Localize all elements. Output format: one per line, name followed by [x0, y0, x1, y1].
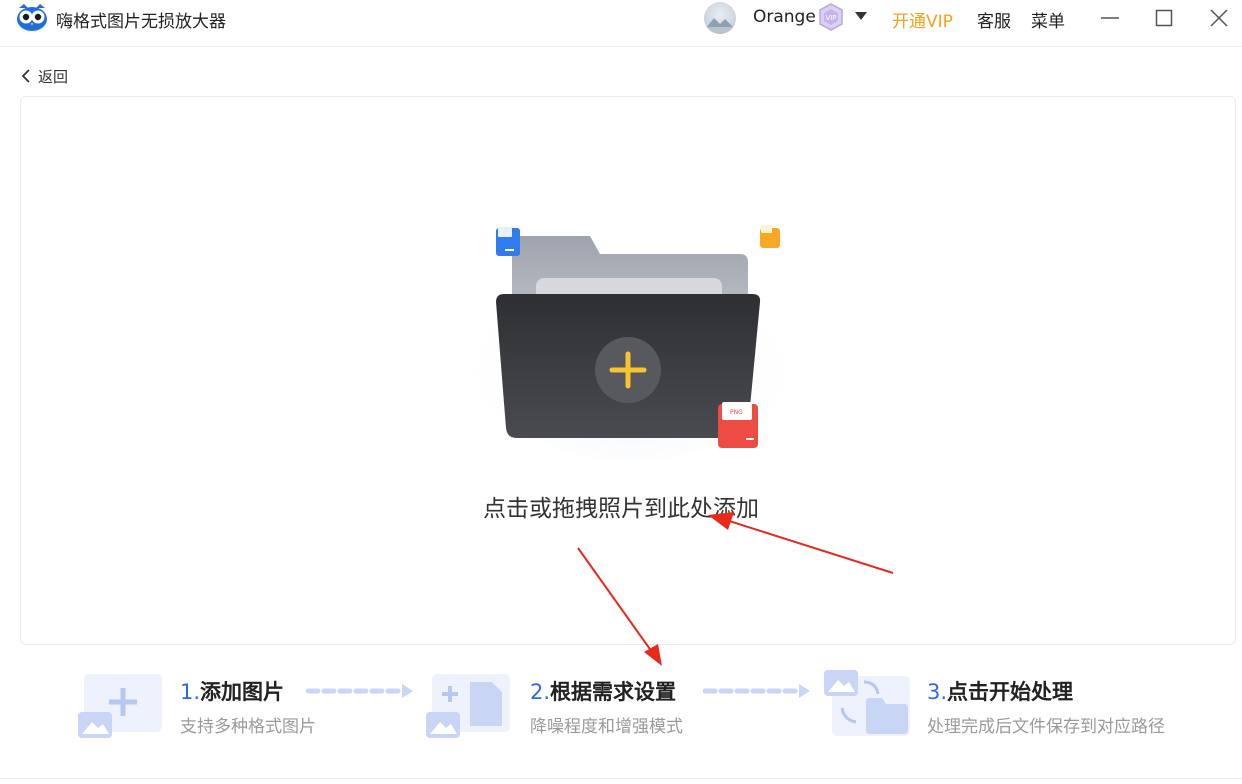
step-3-desc: 处理完成后文件保存到对应路径 [927, 717, 1165, 737]
back-label: 返回 [38, 67, 69, 86]
maximize-icon[interactable] [1152, 6, 1176, 30]
bottom-divider [0, 778, 1242, 779]
step-2-title: 2.根据需求设置 [530, 676, 676, 706]
process-step-icon [824, 670, 910, 736]
step-2-label: 根据需求设置 [550, 680, 677, 704]
settings-step-icon [426, 674, 510, 738]
customer-service-link[interactable]: 客服 [977, 7, 1011, 32]
orange-file-icon [760, 225, 780, 248]
close-icon[interactable] [1207, 6, 1231, 30]
owl-logo-icon [17, 4, 47, 31]
avatar-landscape-icon [706, 18, 734, 34]
drop-zone-prompt: 点击或拖拽照片到此处添加 [483, 496, 759, 522]
step-1-title: 1.添加图片 [180, 676, 284, 706]
chevron-left-icon [21, 69, 30, 83]
user-avatar[interactable] [704, 2, 736, 34]
app-title: 嗨格式图片无损放大器 [56, 12, 226, 32]
back-button[interactable]: 返回 [20, 65, 68, 87]
step-2-number: 2. [530, 680, 551, 704]
open-vip-link[interactable]: 开通VIP [892, 7, 953, 32]
blue-file-icon [496, 227, 520, 256]
step-1-desc: 支持多种格式图片 [180, 717, 316, 737]
step-3-number: 3. [927, 680, 948, 704]
chevron-down-icon[interactable] [853, 8, 869, 24]
user-name[interactable]: Orange [753, 7, 816, 27]
minimize-icon[interactable] [1098, 6, 1122, 30]
step-2-connector-arrow [703, 684, 810, 698]
menu-link[interactable]: 菜单 [1031, 7, 1065, 32]
add-image-step-icon [78, 674, 162, 738]
step-2-desc: 降噪程度和增强模式 [530, 717, 683, 737]
title-bar: 嗨格式图片无损放大器 Orange VIP 开通VIP 客服 菜单 [0, 0, 1242, 47]
svg-text:PNG: PNG [730, 409, 743, 416]
vip-badge-icon: VIP [819, 3, 843, 31]
add-folder-icon[interactable]: PNG [470, 206, 790, 466]
step-1-connector-arrow [306, 684, 413, 698]
step-3-label: 点击开始处理 [947, 680, 1074, 704]
step-1-number: 1. [180, 680, 201, 704]
step-1-label: 添加图片 [200, 680, 285, 704]
svg-text:VIP: VIP [825, 14, 836, 22]
png-file-icon: PNG [718, 402, 758, 448]
step-3-title: 3.点击开始处理 [927, 676, 1073, 706]
